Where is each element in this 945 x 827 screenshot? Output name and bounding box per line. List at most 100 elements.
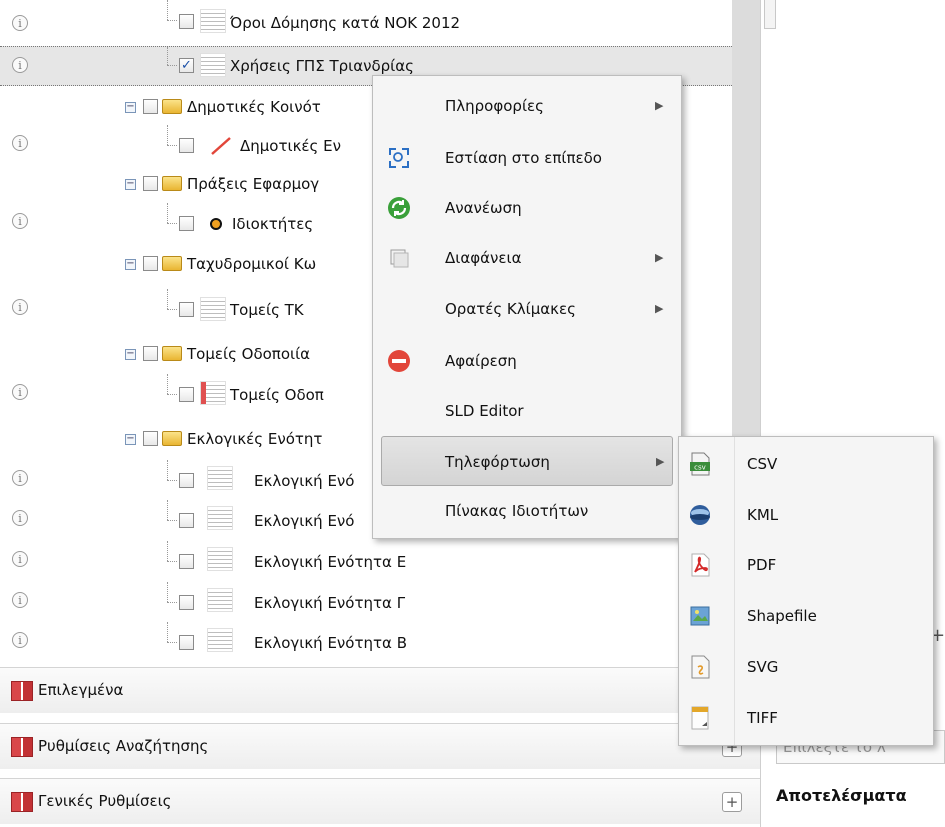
menu-item-sld-editor[interactable]: SLD Editor	[373, 386, 681, 436]
info-icon[interactable]: i	[12, 470, 28, 486]
folder-icon	[162, 256, 182, 271]
info-icon[interactable]: i	[12, 135, 28, 151]
info-icon[interactable]: i	[12, 551, 28, 567]
submenu-item-label: Shapefile	[747, 607, 817, 625]
group-label: Ταχυδρομικοί Κω	[187, 255, 317, 273]
submenu-arrow-icon: ▶	[655, 99, 664, 112]
layer-label: Εκλογική Ενό	[254, 512, 355, 530]
submenu-arrow-icon: ▶	[656, 455, 665, 468]
group-checkbox[interactable]	[143, 176, 158, 191]
svg-file-icon	[691, 655, 710, 679]
tree-row-layer[interactable]: i Όροι Δόμησης κατά ΝΟΚ 2012	[0, 0, 732, 45]
line-symbol-icon	[211, 137, 231, 155]
collapse-icon[interactable]: −	[125, 179, 136, 190]
submenu-item-kml[interactable]: KML	[679, 490, 933, 541]
collapse-icon[interactable]: −	[125, 259, 136, 270]
refresh-icon	[388, 197, 410, 219]
layer-checkbox[interactable]	[179, 595, 194, 610]
collapse-icon[interactable]: −	[125, 434, 136, 445]
layer-checkbox[interactable]: ✓	[179, 58, 194, 73]
submenu-item-svg[interactable]: SVG	[679, 642, 933, 693]
menu-item-opacity[interactable]: Διαφάνεια ▶	[373, 233, 681, 283]
accordion-label: Γενικές Ρυθμίσεις	[38, 792, 172, 810]
tiff-file-icon	[691, 706, 709, 730]
zoom-extent-icon	[389, 148, 409, 168]
tree-row-layer[interactable]: i Εκλογική Ενότητα Ε	[0, 541, 732, 581]
shapefile-icon	[690, 606, 710, 626]
submenu-item-label: CSV	[747, 455, 778, 473]
group-checkbox[interactable]	[143, 256, 158, 271]
menu-item-label: Ορατές Κλίμακες	[445, 300, 576, 318]
group-checkbox[interactable]	[143, 99, 158, 114]
info-icon[interactable]: i	[12, 213, 28, 229]
point-symbol-icon	[210, 218, 222, 230]
layer-label: Ιδιοκτήτες	[232, 215, 314, 233]
accordion-search-settings[interactable]: Ρυθμίσεις Αναζήτησης +	[0, 723, 760, 769]
collapse-icon[interactable]: −	[125, 349, 136, 360]
layer-checkbox[interactable]	[179, 554, 194, 569]
menu-item-label: Εστίαση στο επίπεδο	[445, 149, 602, 167]
layer-label: Εκλογική Ενότητα Ε	[254, 553, 407, 571]
menu-item-refresh[interactable]: Ανανέωση	[373, 183, 681, 233]
menu-item-label: Ανανέωση	[445, 199, 522, 217]
folder-icon	[162, 346, 182, 361]
results-title: Αποτελέσματα	[776, 786, 907, 805]
menu-item-zoom-to-layer[interactable]: Εστίαση στο επίπεδο	[373, 133, 681, 183]
table-icon	[11, 737, 33, 757]
layer-checkbox[interactable]	[179, 216, 194, 231]
info-icon[interactable]: i	[12, 592, 28, 608]
layer-legend-icon	[200, 9, 226, 33]
group-checkbox[interactable]	[143, 431, 158, 446]
folder-icon	[162, 431, 182, 446]
accordion-label: Ρυθμίσεις Αναζήτησης	[38, 737, 209, 755]
group-label: Εκλογικές Ενότητ	[187, 430, 323, 448]
layer-checkbox[interactable]	[179, 302, 194, 317]
menu-item-attribute-table[interactable]: Πίνακας Ιδιοτήτων	[373, 486, 681, 536]
layer-label: Τομείς ΤΚ	[230, 301, 304, 319]
layer-checkbox[interactable]	[179, 387, 194, 402]
layer-checkbox[interactable]	[179, 635, 194, 650]
layer-checkbox[interactable]	[179, 138, 194, 153]
group-checkbox[interactable]	[143, 346, 158, 361]
menu-item-label: Τηλεφόρτωση	[445, 453, 550, 471]
svg-text:csv: csv	[694, 464, 706, 472]
info-icon[interactable]: i	[12, 632, 28, 648]
menu-item-label: SLD Editor	[445, 402, 524, 420]
tree-row-layer[interactable]: i Εκλογική Ενότητα Γ	[0, 582, 732, 622]
submenu-item-pdf[interactable]: PDF	[679, 540, 933, 591]
menu-item-info[interactable]: Πληροφορίες ▶	[373, 81, 681, 131]
layer-checkbox[interactable]	[179, 14, 194, 29]
info-icon[interactable]: i	[12, 57, 28, 73]
submenu-item-shapefile[interactable]: Shapefile	[679, 591, 933, 642]
menu-item-label: Πίνακας Ιδιοτήτων	[445, 502, 589, 520]
group-label: Δημοτικές Κοινότ	[187, 98, 321, 116]
info-icon[interactable]: i	[12, 15, 28, 31]
layer-label: Εκλογική Ενό	[254, 472, 355, 490]
layer-label: Όροι Δόμησης κατά ΝΟΚ 2012	[230, 14, 461, 32]
layer-label: Χρήσεις ΓΠΣ Τριανδρίας	[230, 57, 414, 75]
tree-row-layer[interactable]: i Εκλογική Ενότητα Β	[0, 622, 732, 662]
layer-checkbox[interactable]	[179, 473, 194, 488]
submenu-item-csv[interactable]: csv CSV	[679, 439, 933, 490]
folder-icon	[162, 176, 182, 191]
group-label: Πράξεις Εφαρμογ	[187, 175, 320, 193]
info-icon[interactable]: i	[12, 299, 28, 315]
accordion-general-settings[interactable]: Γενικές Ρυθμίσεις +	[0, 778, 760, 824]
menu-item-visible-scales[interactable]: Ορατές Κλίμακες ▶	[373, 284, 681, 334]
right-panel-scroll-handle[interactable]	[764, 0, 776, 29]
layer-context-menu: Πληροφορίες ▶ Εστίαση στο επίπεδο Ανανέω…	[372, 75, 682, 539]
table-icon	[11, 792, 33, 812]
info-icon[interactable]: i	[12, 384, 28, 400]
menu-item-label: Διαφάνεια	[445, 249, 522, 267]
accordion-selected[interactable]: Επιλεγμένα	[0, 667, 760, 713]
layer-checkbox[interactable]	[179, 513, 194, 528]
menu-item-download[interactable]: Τηλεφόρτωση ▶	[381, 436, 673, 486]
menu-item-remove[interactable]: Αφαίρεση	[373, 336, 681, 386]
collapse-icon[interactable]: −	[125, 102, 136, 113]
info-icon[interactable]: i	[12, 510, 28, 526]
layer-legend-icon	[200, 297, 226, 321]
submenu-item-label: TIFF	[747, 709, 778, 727]
expand-icon[interactable]: +	[722, 792, 742, 812]
layer-label: Εκλογική Ενότητα Γ	[254, 594, 406, 612]
submenu-item-tiff[interactable]: TIFF	[679, 693, 933, 744]
